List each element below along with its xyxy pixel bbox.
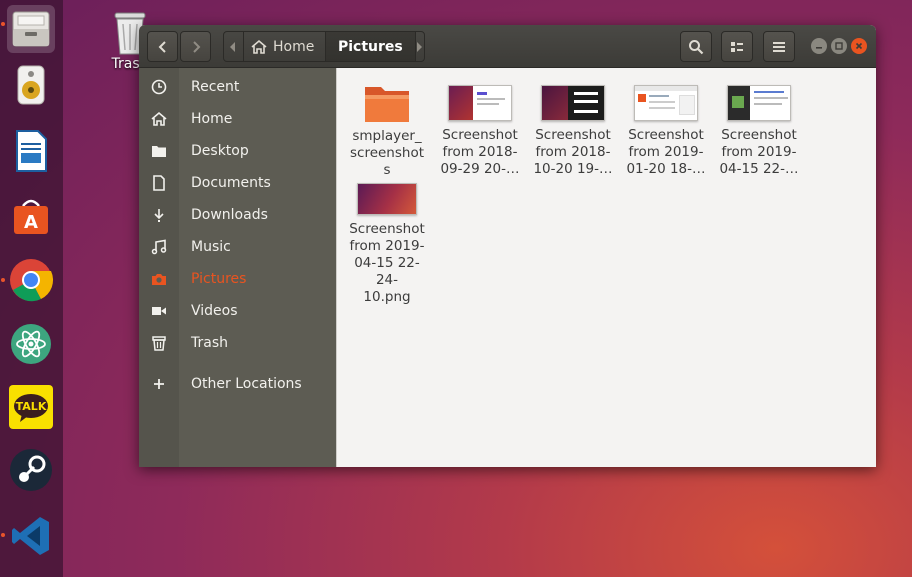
sidebar-item-pictures[interactable]: Pictures <box>139 263 336 295</box>
file-item-folder[interactable]: smplayer_ screenshot s <box>344 82 430 179</box>
header-bar: Home Pictures <box>139 25 876 68</box>
sidebar-item-documents[interactable]: Documents <box>139 167 336 199</box>
file-item-image[interactable]: Screenshot from 2019- 01-20 18-… <box>623 85 709 178</box>
clock-icon <box>149 77 169 97</box>
file-item-image[interactable]: Screenshot from 2018- 09-29 20-… <box>437 85 523 178</box>
breadcrumb-pictures[interactable]: Pictures <box>325 31 416 62</box>
libreoffice-writer-icon[interactable] <box>7 127 55 175</box>
maximize-button[interactable] <box>831 38 847 54</box>
breadcrumb-pictures-label: Pictures <box>338 38 403 55</box>
home-icon <box>149 109 169 129</box>
svg-text:A: A <box>24 212 38 233</box>
file-name: Screenshot from 2019- 04-15 22-… <box>719 127 799 177</box>
chevron-right-icon <box>192 40 200 53</box>
minimize-button[interactable] <box>811 38 827 54</box>
sidebar-item-label: Music <box>191 239 231 255</box>
plus-icon <box>149 374 169 394</box>
atom-app-icon[interactable] <box>7 320 55 368</box>
path-scroll-right[interactable] <box>409 31 429 62</box>
chevron-left-icon <box>230 41 235 52</box>
file-item-image[interactable]: Screenshot from 2019- 04-15 22-24- 10.pn… <box>344 183 430 306</box>
breadcrumb-home-label: Home <box>273 38 315 55</box>
hamburger-menu-icon <box>773 41 785 52</box>
maximize-icon <box>835 42 843 50</box>
file-name: Screenshot from 2018- 10-20 19-… <box>533 127 613 177</box>
file-item-image[interactable]: Screenshot from 2018- 10-20 19-… <box>530 85 616 178</box>
running-indicator <box>1 533 5 537</box>
chevron-left-icon <box>158 40 166 53</box>
view-toggle-button[interactable] <box>721 31 753 62</box>
sidebar-item-label: Desktop <box>191 143 249 159</box>
kakaotalk-label: TALK <box>16 400 47 413</box>
sidebar-item-music[interactable]: Music <box>139 231 336 263</box>
chevron-right-icon <box>417 41 422 52</box>
minimize-icon <box>816 47 822 49</box>
home-icon <box>251 39 267 54</box>
chrome-app-icon[interactable] <box>7 256 55 304</box>
menu-button[interactable] <box>763 31 795 62</box>
sidebar-item-label: Documents <box>191 175 271 191</box>
breadcrumb-home[interactable]: Home <box>251 31 314 62</box>
trash-icon <box>149 333 169 353</box>
steam-app-icon[interactable] <box>7 446 55 494</box>
camera-icon <box>149 269 169 289</box>
sidebar-item-home[interactable]: Home <box>139 103 336 135</box>
file-item-image[interactable]: Screenshot from 2019- 04-15 22-… <box>716 85 802 178</box>
document-icon <box>149 173 169 193</box>
file-name: smplayer_ screenshot s <box>349 128 425 178</box>
sidebar-item-desktop[interactable]: Desktop <box>139 135 336 167</box>
sidebar-item-label: Pictures <box>191 271 247 287</box>
sidebar-item-label: Recent <box>191 79 240 95</box>
sidebar-item-label: Videos <box>191 303 238 319</box>
folder-icon <box>149 141 169 161</box>
file-name: Screenshot from 2018- 09-29 20-… <box>440 127 520 177</box>
sidebar-item-recent[interactable]: Recent <box>139 71 336 103</box>
sidebar-item-trash[interactable]: Trash <box>139 327 336 359</box>
music-icon <box>149 237 169 257</box>
image-thumbnail <box>448 85 512 121</box>
rhythmbox-app-icon[interactable] <box>7 61 55 109</box>
sidebar-item-label: Other Locations <box>191 376 302 392</box>
close-icon <box>855 42 863 50</box>
ubuntu-software-icon[interactable]: A <box>7 192 55 240</box>
image-thumbnail <box>541 85 605 121</box>
image-thumbnail <box>634 85 698 121</box>
sidebar-item-other-locations[interactable]: Other Locations <box>139 368 336 400</box>
running-indicator <box>1 22 5 26</box>
sidebar-item-videos[interactable]: Videos <box>139 295 336 327</box>
path-scroll-left[interactable] <box>223 31 243 62</box>
search-icon <box>689 39 704 54</box>
vscode-app-icon[interactable] <box>7 512 55 560</box>
image-thumbnail <box>727 85 791 121</box>
crumb-divider <box>243 31 244 62</box>
running-indicator <box>1 278 5 282</box>
files-app-icon[interactable] <box>7 5 55 53</box>
list-view-icon <box>731 41 743 52</box>
search-button[interactable] <box>680 31 712 62</box>
sidebar-item-label: Home <box>191 111 233 127</box>
sidebar-item-label: Trash <box>191 335 228 351</box>
launcher-dock: A TALK <box>0 0 63 577</box>
sidebar-item-downloads[interactable]: Downloads <box>139 199 336 231</box>
file-name: Screenshot from 2019- 04-15 22-24- 10.pn… <box>349 221 425 305</box>
image-thumbnail <box>357 183 417 215</box>
forward-button[interactable] <box>180 31 211 62</box>
back-button[interactable] <box>147 31 178 62</box>
download-icon <box>149 205 169 225</box>
places-sidebar: Recent Home Desktop Documents Downloads … <box>139 68 336 467</box>
close-button[interactable] <box>851 38 867 54</box>
file-icon-view[interactable]: smplayer_ screenshot s Screenshot from 2… <box>336 68 876 467</box>
sidebar-item-label: Downloads <box>191 207 268 223</box>
folder-icon <box>365 87 409 122</box>
file-name: Screenshot from 2019- 01-20 18-… <box>626 127 706 177</box>
files-window: Home Pictures Recent Home Desktop Docume… <box>139 25 876 467</box>
kakaotalk-app-icon[interactable]: TALK <box>7 383 55 431</box>
video-icon <box>149 301 169 321</box>
